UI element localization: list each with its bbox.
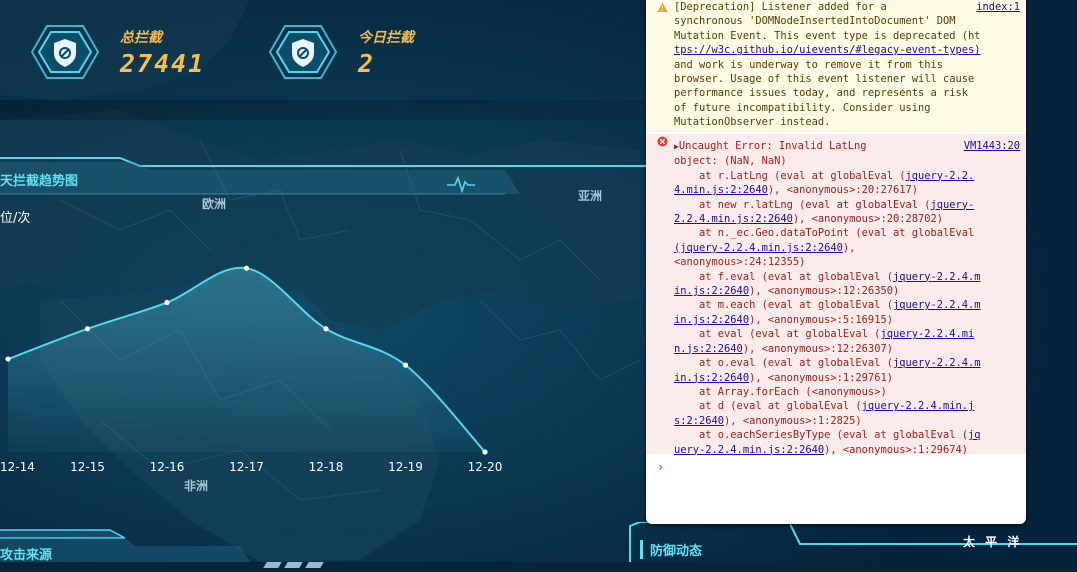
error-stack-line: 2.2.4.min.js:2:2640), <anonymous>:20:287… <box>674 213 943 226</box>
x-tick-label: 12-14 <box>0 460 35 474</box>
error-header-text: Uncaught Error: Invalid LatLng <box>678 140 867 152</box>
error-stack-line: at d (eval at globalEval (jquery-2.2.4.m… <box>674 400 975 413</box>
x-tick-label: 12-20 <box>468 460 503 474</box>
error-stack-line: at n._ec.Geo.dataToPoint (eval at global… <box>674 227 975 240</box>
warning-icon <box>657 2 668 12</box>
region-label-europe: 欧洲 <box>202 197 227 211</box>
defense-dynamics-title: 防御动态 <box>640 540 702 559</box>
trend-panel-header-frame <box>0 157 650 195</box>
trend-chart: 12-14 12-15 12-16 12-17 12-18 12-19 12-20 <box>0 265 503 474</box>
warning-line: Mutation Event. This event type is depre… <box>674 29 981 42</box>
error-stack-line: at m.each (eval at globalEval (jquery-2.… <box>674 299 981 312</box>
error-source-link[interactable]: VM1443:20 <box>964 139 1020 153</box>
stack-source-link[interactable]: in.js:2:2640 <box>674 372 749 384</box>
warning-line: of future incompatibility. Consider usin… <box>674 101 931 114</box>
error-stack-line: 4.min.js:2:2640), <anonymous>:20:27617) <box>674 184 918 197</box>
trend-area-fill <box>8 267 485 452</box>
error-stack-line: at f.eval (eval at globalEval (jquery-2.… <box>674 270 981 283</box>
console-warning-message[interactable]: index:1 [Deprecation] Listener added for… <box>646 0 1026 132</box>
x-tick-label: 12-17 <box>229 460 264 474</box>
region-label-asia: 亚洲 <box>578 189 603 203</box>
stack-source-link[interactable]: 4.min.js:2:2640 <box>674 184 768 196</box>
error-stack-trace: object: (NaN, NaN) at r.LatLng (eval at … <box>674 154 1026 457</box>
error-stack-line: in.js:2:2640), <anonymous>:5:16915) <box>674 313 893 326</box>
decorative-dashes <box>263 553 345 568</box>
stack-source-link[interactable]: jquery-2.2.4.m <box>893 299 981 311</box>
warning-line: [Deprecation] Listener added for a <box>674 1 887 13</box>
error-stack-line: at o.eachSeriesByType (eval at globalEva… <box>674 429 981 442</box>
stats-divider-band <box>0 100 645 120</box>
data-point[interactable] <box>84 326 91 332</box>
today-intercept-value: 2 <box>358 49 376 78</box>
data-point[interactable] <box>5 356 11 362</box>
stack-source-link[interactable]: n.js:2:2640 <box>674 343 743 355</box>
error-stack-line: at new r.latLng (eval at globalEval (jqu… <box>674 198 975 211</box>
error-stack-line: n.js:2:2640), <anonymous>:12:26307) <box>674 342 893 355</box>
warning-line: MutationObserver instead. <box>674 116 831 129</box>
shield-icon <box>268 25 338 79</box>
stack-source-link[interactable]: jquery- <box>930 199 974 211</box>
devtools-console[interactable]: index:1 [Deprecation] Listener added for… <box>646 0 1026 524</box>
stack-source-link[interactable]: jquery-2.2. <box>905 170 974 182</box>
total-intercept-label: 总拦截 <box>120 30 162 46</box>
stack-source-link[interactable]: (jquery-2.2.4.min.js:2:2640 <box>674 242 843 254</box>
stack-source-link[interactable]: in.js:2:2640 <box>674 314 749 326</box>
error-stack-line: in.js:2:2640), <anonymous>:12:26350) <box>674 285 900 298</box>
data-point[interactable] <box>402 362 409 368</box>
pulse-icon <box>447 175 475 193</box>
error-stack-line: (jquery-2.2.4.min.js:2:2640), <box>674 241 856 254</box>
stack-source-link[interactable]: jquery-2.2.4.m <box>893 357 981 369</box>
error-stack-line: at o.eval (eval at globalEval (jquery-2.… <box>674 357 981 370</box>
data-point[interactable] <box>323 326 329 332</box>
trend-panel-title: 天拦截趋势图 <box>0 174 79 189</box>
error-stack-line: at r.LatLng (eval at globalEval (jquery-… <box>674 169 975 182</box>
error-stack-line: in.js:2:2640), <anonymous>:1:29761) <box>674 371 893 384</box>
bottom-right-frame <box>790 523 1077 545</box>
error-stack-line: <anonymous>:24:12355) <box>674 256 806 269</box>
total-intercept-value: 27441 <box>120 49 206 78</box>
x-tick-label: 12-19 <box>388 460 423 474</box>
attack-source-title: 攻击来源 <box>0 548 53 563</box>
error-stack-line: s:2:2640), <anonymous>:1:2825) <box>674 414 862 427</box>
x-tick-label: 12-18 <box>309 460 344 474</box>
error-stack-line: at Array.forEach (<anonymous>) <box>674 385 887 398</box>
stack-source-link[interactable]: uery-2.2.4.min.js:2:2640 <box>674 444 824 456</box>
console-prompt[interactable]: › <box>657 460 664 474</box>
stack-source-link[interactable]: 2.2.4.min.js:2:2640 <box>674 213 793 225</box>
warning-line-link[interactable]: tps://w3c.github.io/uievents/#legacy-eve… <box>674 43 1026 57</box>
data-point[interactable] <box>243 265 250 271</box>
warning-line: and work is underway to remove it from t… <box>674 58 943 71</box>
shield-icon <box>30 25 100 79</box>
data-point[interactable] <box>164 299 170 306</box>
warning-line: performance issues today, and represents… <box>674 87 969 100</box>
console-error-message[interactable]: VM1443:20 ▶Uncaught Error: Invalid LatLn… <box>646 134 1026 457</box>
stack-source-link[interactable]: in.js:2:2640 <box>674 285 749 297</box>
error-stack-line: uery-2.2.4.min.js:2:2640), <anonymous>:1… <box>674 443 969 456</box>
trend-unit-label: 位/次 <box>0 211 31 226</box>
warning-source-link[interactable]: index:1 <box>976 0 1020 14</box>
stack-source-link[interactable]: jquery-2.2.4.min.j <box>862 400 975 412</box>
error-stack-line: object: (NaN, NaN) <box>674 155 787 168</box>
today-intercept-label: 今日拦截 <box>358 30 414 46</box>
region-label-pacific: 太 平 洋 <box>963 535 1023 549</box>
stack-source-link[interactable]: jquery-2.2.4.mi <box>880 328 974 340</box>
data-point[interactable] <box>482 449 488 455</box>
error-stack-line: at eval (eval at globalEval (jquery-2.2.… <box>674 328 975 341</box>
x-tick-label: 12-16 <box>150 460 185 474</box>
error-icon <box>657 136 668 147</box>
stack-source-link[interactable]: jquery-2.2.4.m <box>893 271 981 283</box>
stack-source-link[interactable]: s:2:2640 <box>674 415 724 427</box>
warning-line: browser. Usage of this event listener wi… <box>674 73 975 86</box>
x-tick-label: 12-15 <box>70 460 105 474</box>
stack-source-link[interactable]: jq <box>968 429 981 441</box>
warning-line: synchronous 'DOMNodeInsertedIntoDocument… <box>674 15 956 28</box>
